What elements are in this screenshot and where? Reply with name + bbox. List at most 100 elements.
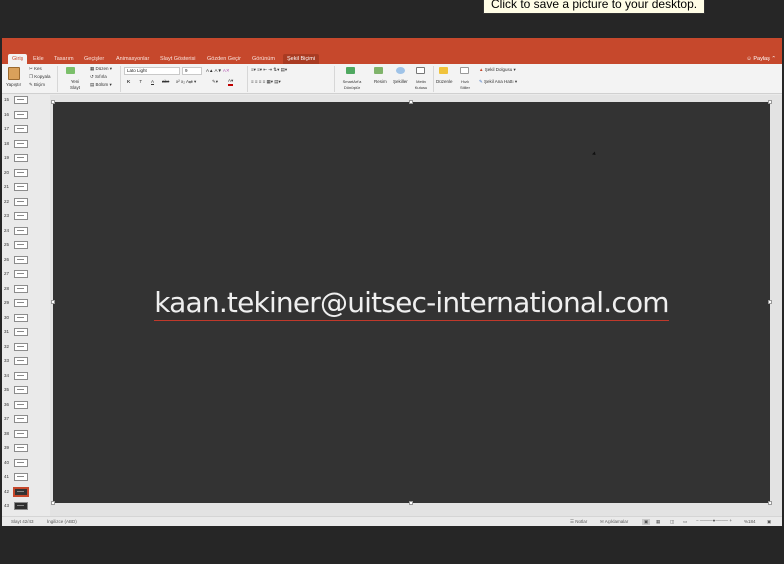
slide-thumbnail[interactable]: 36 bbox=[2, 400, 50, 415]
slide-thumbnail[interactable]: 23 bbox=[2, 211, 50, 226]
resize-handle[interactable] bbox=[51, 501, 55, 505]
section-label: Bölüm bbox=[95, 82, 109, 87]
font-size-field[interactable]: 9 bbox=[182, 67, 202, 75]
slide-thumbnail[interactable]: 34 bbox=[2, 371, 50, 386]
slide-thumbnail[interactable]: 37 bbox=[2, 414, 50, 429]
shape-fill-button[interactable]: ▲ Şekil Dolgusu ▾ bbox=[479, 67, 516, 73]
superscript-button[interactable]: x² x₂ A⇄ ▾ bbox=[176, 79, 196, 85]
smartart-label[interactable]: SmartArt'a Dönüştür bbox=[338, 79, 366, 91]
tab-view[interactable]: Görünüm bbox=[252, 54, 275, 64]
slide-thumbnail[interactable]: 26 bbox=[2, 255, 50, 270]
slide-thumbnail[interactable]: 15 bbox=[2, 95, 50, 110]
slide-thumbnail[interactable]: 41 bbox=[2, 472, 50, 487]
slide-thumbnail[interactable]: 40 bbox=[2, 458, 50, 473]
share-button[interactable]: ☺ Paylaş ⌃ bbox=[746, 54, 776, 64]
slide-thumbnail[interactable]: 25 bbox=[2, 240, 50, 255]
shape-outline-button[interactable]: ✎ Şekil Ana Hattı ▾ bbox=[479, 79, 517, 85]
current-slide[interactable]: kaan.tekiner@uitsec-international.com bbox=[51, 100, 772, 505]
cut-button[interactable]: ✂ Kes bbox=[29, 66, 42, 72]
align-icons[interactable]: ≡ ≡ ≡ ≡ ▦▾ ▤▾ bbox=[251, 79, 281, 85]
slide-thumbnail[interactable]: 19 bbox=[2, 153, 50, 168]
shapes-icon[interactable] bbox=[396, 67, 405, 74]
slide-sorter-icon[interactable]: ▦ bbox=[656, 519, 660, 525]
strikethrough-button[interactable]: abc bbox=[162, 79, 169, 85]
paste-label[interactable]: Yapıştır bbox=[6, 82, 21, 88]
slide-thumbnail[interactable]: 35 bbox=[2, 385, 50, 400]
pen-icon: ✎ bbox=[479, 79, 483, 84]
language-indicator[interactable]: İngilizce (ABD) bbox=[47, 519, 77, 525]
slide-email-text[interactable]: kaan.tekiner@uitsec-international.com bbox=[53, 286, 770, 321]
tab-animations[interactable]: Animasyonlar bbox=[116, 54, 149, 64]
paste-icon[interactable] bbox=[8, 67, 20, 80]
slide-thumbnail[interactable]: 43 bbox=[2, 501, 50, 516]
quick-styles-icon[interactable] bbox=[460, 67, 469, 74]
slide-thumbnail[interactable]: 20 bbox=[2, 168, 50, 183]
reset-button[interactable]: ↺ Sıfırla bbox=[90, 74, 107, 80]
italic-button[interactable]: T bbox=[139, 79, 142, 85]
slide-thumbnail[interactable]: 31 bbox=[2, 327, 50, 342]
section-button[interactable]: ▤ Bölüm ▾ bbox=[90, 82, 112, 88]
slide-thumbnail[interactable]: 17 bbox=[2, 124, 50, 139]
slide-thumbnail[interactable]: 32 bbox=[2, 342, 50, 357]
slide-thumbnail[interactable]: 38 bbox=[2, 429, 50, 444]
divider bbox=[433, 66, 434, 92]
tab-review[interactable]: Gözden Geçir bbox=[207, 54, 241, 64]
resize-handle[interactable] bbox=[409, 501, 413, 505]
new-slide-icon[interactable] bbox=[66, 67, 75, 74]
copy-button[interactable]: ❐ Kopyala bbox=[29, 74, 51, 80]
tab-insert[interactable]: Ekle bbox=[33, 54, 44, 64]
slide-thumbnail[interactable]: 42 bbox=[2, 487, 50, 502]
slide-thumbnail[interactable]: 22 bbox=[2, 197, 50, 212]
font-name-field[interactable]: Lato Light bbox=[124, 67, 180, 75]
smartart-icon[interactable] bbox=[346, 67, 355, 74]
highlight-icon[interactable]: ✎▾ bbox=[212, 79, 218, 85]
layout-label: Düzen bbox=[95, 66, 109, 71]
tab-transitions[interactable]: Geçişler bbox=[84, 54, 104, 64]
arrange-label[interactable]: Düzenle bbox=[436, 79, 453, 85]
tab-design[interactable]: Tasarım bbox=[54, 54, 74, 64]
format-painter-button[interactable]: ✎ Biçim bbox=[29, 82, 45, 88]
slide-thumbnail[interactable]: 18 bbox=[2, 139, 50, 154]
tab-home[interactable]: Giriş bbox=[8, 54, 28, 64]
underline-button[interactable]: A bbox=[151, 79, 154, 85]
reading-view-icon[interactable]: ◫ bbox=[670, 519, 674, 525]
slide-thumbnail[interactable]: 27 bbox=[2, 269, 50, 284]
slide-thumbnail[interactable]: 30 bbox=[2, 313, 50, 328]
clear-format-icon[interactable]: A✕ bbox=[223, 68, 230, 73]
slide-thumbnail[interactable]: 21 bbox=[2, 182, 50, 197]
slide-thumbnail-panel[interactable]: 15 16 17 18 19 20 21 22 23 24 25 26 27 28 29 30 31 32 33 34… bbox=[2, 95, 50, 516]
tab-shape-format[interactable]: Şekil Biçimi bbox=[283, 54, 320, 64]
picture-label[interactable]: Resim bbox=[374, 79, 387, 85]
layout-button[interactable]: ▦ Düzen ▾ bbox=[90, 66, 112, 72]
zoom-slider[interactable]: − ────●──── + bbox=[696, 518, 732, 524]
slideshow-icon[interactable]: ▭ bbox=[683, 519, 687, 525]
resize-handle[interactable] bbox=[51, 100, 55, 104]
normal-view-icon[interactable]: ▣ bbox=[642, 519, 651, 525]
slide-thumbnail-number: 30 bbox=[4, 314, 10, 320]
font-color-icon[interactable]: A▾ bbox=[228, 78, 234, 86]
new-slide-label[interactable]: Yeni Slayt bbox=[66, 79, 84, 91]
slide-thumbnail[interactable]: 24 bbox=[2, 226, 50, 241]
textbox-icon[interactable] bbox=[416, 67, 425, 74]
slide-thumbnail[interactable]: 28 bbox=[2, 284, 50, 299]
resize-handle[interactable] bbox=[768, 100, 772, 104]
grow-shrink-font-buttons[interactable]: A▲ A▼ A✕ bbox=[206, 68, 230, 74]
slide-thumbnail[interactable]: 29 bbox=[2, 298, 50, 313]
comments-button[interactable]: ✉ Açıklamalar bbox=[600, 519, 628, 525]
fit-to-window-icon[interactable]: ▣ bbox=[767, 519, 771, 525]
slide-thumbnail[interactable]: 33 bbox=[2, 356, 50, 371]
textbox-label[interactable]: Metin Kutusu bbox=[413, 79, 429, 91]
bullets-icon[interactable]: ≡▾ ≡▾ ⇤ ⇥ ⇅▾ ▤▾ bbox=[251, 67, 287, 73]
notes-button[interactable]: ☰ Notlar bbox=[570, 519, 587, 525]
slide-thumbnail[interactable]: 39 bbox=[2, 443, 50, 458]
resize-handle[interactable] bbox=[409, 100, 413, 104]
resize-handle[interactable] bbox=[768, 501, 772, 505]
zoom-level[interactable]: %184 bbox=[744, 519, 756, 525]
arrange-icon[interactable] bbox=[439, 67, 448, 74]
quick-styles-label[interactable]: Hızlı Stiller bbox=[458, 79, 472, 91]
bold-button[interactable]: K bbox=[127, 79, 130, 85]
tab-slide-show[interactable]: Slayt Gösterisi bbox=[160, 54, 195, 64]
slide-thumbnail[interactable]: 16 bbox=[2, 110, 50, 125]
picture-icon[interactable] bbox=[374, 67, 383, 74]
shapes-label[interactable]: Şekiller bbox=[393, 79, 408, 85]
